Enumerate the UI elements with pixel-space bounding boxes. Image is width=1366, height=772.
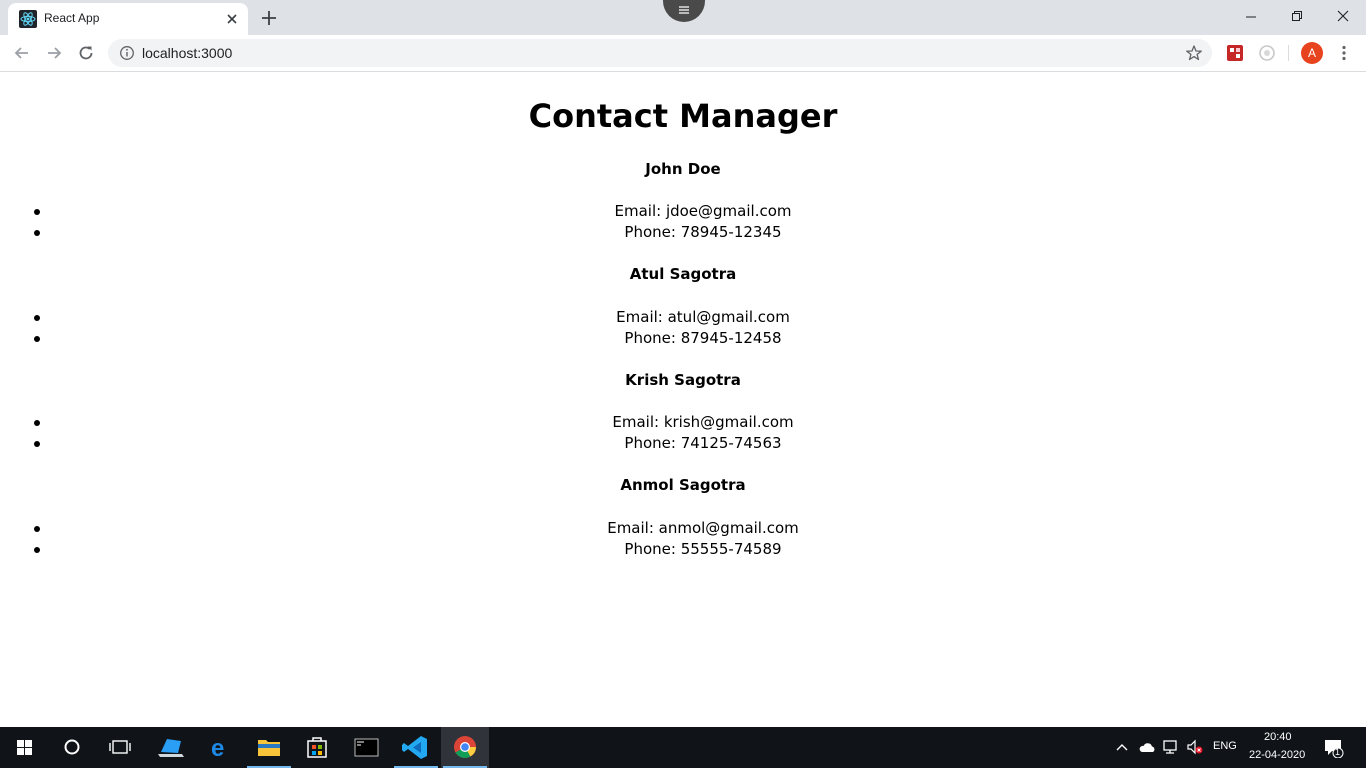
action-center-button[interactable]: 1	[1324, 738, 1344, 759]
notification-count: 1	[1335, 747, 1341, 757]
contact-name: John Doe	[645, 160, 721, 178]
list-bullet	[34, 441, 40, 447]
taskbar-app-pc[interactable]	[148, 727, 196, 768]
taskbar-app-file-explorer[interactable]	[245, 727, 293, 768]
contact-name: Krish Sagotra	[625, 371, 741, 389]
phone-text: Phone: 87945-12458	[624, 329, 782, 347]
contact-email: Email: atul@gmail.com	[0, 307, 1366, 328]
command-prompt-icon	[354, 738, 379, 757]
clock-date[interactable]: 22-04-2020	[1249, 749, 1305, 761]
tab-title: React App	[44, 11, 100, 25]
contact-phone: Phone: 78945-12345	[0, 222, 1366, 243]
contact-phone: Phone: 87945-12458	[0, 328, 1366, 349]
phone-text: Phone: 55555-74589	[624, 540, 782, 558]
onedrive-cloud-icon[interactable]	[1138, 740, 1156, 754]
tab-strip: React App	[0, 0, 1366, 35]
close-tab-icon[interactable]	[224, 11, 240, 27]
contact-phone: Phone: 74125-74563	[0, 433, 1366, 454]
volume-muted-icon[interactable]	[1186, 739, 1204, 755]
page-viewport: Contact Manager John Doe Email: jdoe@gma…	[0, 72, 1366, 727]
show-hidden-icons-icon[interactable]	[1115, 741, 1129, 753]
bookmark-star-icon[interactable]	[1185, 44, 1203, 62]
laptop-icon	[158, 739, 184, 757]
email-text: Email: anmol@gmail.com	[607, 519, 799, 537]
menu-lines-icon	[679, 6, 689, 14]
contact-details-list: Email: atul@gmail.com Phone: 87945-12458	[0, 307, 1366, 349]
search-circle-icon	[64, 739, 80, 755]
list-bullet	[34, 315, 40, 321]
extension-2-icon[interactable]	[1258, 44, 1276, 62]
contact-details-list: Email: jdoe@gmail.com Phone: 78945-12345	[0, 201, 1366, 243]
list-bullet	[34, 526, 40, 532]
phone-text: Phone: 78945-12345	[624, 223, 782, 241]
contact-email: Email: krish@gmail.com	[0, 412, 1366, 433]
clock-time[interactable]: 20:40	[1264, 731, 1292, 743]
close-icon	[1337, 10, 1349, 22]
task-view-button[interactable]	[96, 727, 144, 768]
new-tab-icon[interactable]	[259, 8, 279, 28]
email-text: Email: krish@gmail.com	[612, 413, 794, 431]
contact-name: Atul Sagotra	[629, 265, 737, 283]
back-arrow-icon[interactable]	[12, 43, 32, 63]
contact-name: Anmol Sagotra	[620, 476, 746, 494]
profile-avatar[interactable]: A	[1301, 42, 1323, 64]
cortana-button[interactable]	[48, 727, 96, 768]
vscode-icon	[402, 736, 427, 759]
minimize-icon	[1246, 16, 1256, 18]
task-view-icon	[109, 740, 131, 754]
tab-search-button[interactable]	[663, 0, 705, 22]
network-icon[interactable]	[1162, 739, 1180, 755]
page-title: Contact Manager	[528, 97, 838, 135]
chrome-icon	[454, 736, 476, 758]
email-text: Email: jdoe@gmail.com	[614, 202, 792, 220]
list-bullet	[34, 336, 40, 342]
taskbar-app-store[interactable]	[293, 727, 341, 768]
restore-button[interactable]	[1274, 0, 1320, 32]
restore-icon	[1292, 11, 1302, 21]
list-bullet	[34, 547, 40, 553]
url-text: localhost:3000	[142, 45, 233, 61]
svg-text:e: e	[211, 735, 224, 762]
minimize-button[interactable]	[1228, 0, 1274, 32]
store-bag-icon	[307, 737, 327, 758]
more-vert-icon[interactable]	[1336, 44, 1352, 62]
phone-text: Phone: 74125-74563	[624, 434, 782, 452]
language-indicator[interactable]: ENG	[1213, 740, 1237, 752]
contact-email: Email: anmol@gmail.com	[0, 518, 1366, 539]
list-bullet	[34, 209, 40, 215]
browser-tab[interactable]: React App	[8, 3, 248, 35]
contact-phone: Phone: 55555-74589	[0, 539, 1366, 560]
folder-icon	[258, 740, 280, 756]
contact-email: Email: jdoe@gmail.com	[0, 201, 1366, 222]
forward-arrow-icon[interactable]	[44, 43, 64, 63]
browser-toolbar: localhost:3000 A	[0, 35, 1366, 72]
contact-details-list: Email: krish@gmail.com Phone: 74125-7456…	[0, 412, 1366, 454]
taskbar-app-chrome[interactable]	[441, 727, 489, 768]
close-window-button[interactable]	[1320, 0, 1366, 32]
edge-icon: e	[211, 735, 224, 762]
email-text: Email: atul@gmail.com	[616, 308, 790, 326]
notification-icon	[1325, 740, 1344, 759]
toolbar-divider	[1288, 45, 1289, 61]
list-bullet	[34, 420, 40, 426]
taskbar-app-edge[interactable]: e	[197, 727, 245, 768]
list-bullet	[34, 230, 40, 236]
taskbar-app-terminal[interactable]	[342, 727, 390, 768]
extension-icon[interactable]	[1226, 44, 1244, 62]
start-button[interactable]	[0, 727, 48, 768]
reload-icon[interactable]	[76, 43, 96, 63]
taskbar-app-vscode[interactable]	[392, 727, 440, 768]
react-logo-icon	[19, 10, 37, 28]
windows-logo-icon	[17, 740, 32, 755]
address-bar[interactable]: localhost:3000	[108, 39, 1212, 67]
contact-details-list: Email: anmol@gmail.com Phone: 55555-7458…	[0, 518, 1366, 560]
info-icon[interactable]	[119, 45, 135, 61]
windows-taskbar: e ENG 20:40 22-04-2020 1	[0, 727, 1366, 768]
